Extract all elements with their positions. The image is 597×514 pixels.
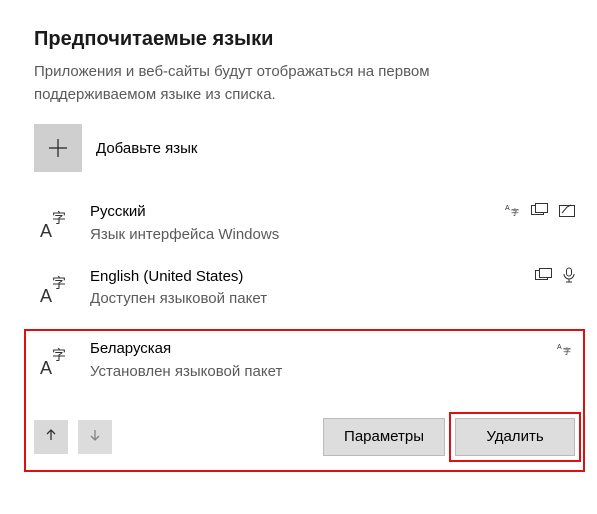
- language-glyph-icon: 字A: [36, 341, 76, 381]
- language-item-belarusian[interactable]: A字 字A Беларуская Установлен языковой пак…: [34, 339, 575, 382]
- display-language-icon: A字: [505, 202, 521, 218]
- svg-text:字: 字: [563, 346, 571, 356]
- svg-text:A: A: [40, 221, 52, 241]
- section-title: Предпочитаемые языки: [34, 28, 581, 51]
- display-language-icon: A字: [557, 341, 573, 357]
- keyboard-icon: [531, 203, 549, 217]
- add-language-button[interactable]: Добавьте язык: [34, 124, 581, 172]
- svg-text:字: 字: [52, 275, 66, 291]
- language-name: Беларуская: [90, 339, 575, 359]
- language-glyph-icon: 字A: [36, 204, 76, 244]
- move-down-button[interactable]: [78, 420, 112, 454]
- language-glyph-icon: 字A: [36, 269, 76, 309]
- plus-icon: [34, 124, 82, 172]
- options-button[interactable]: Параметры: [323, 418, 445, 456]
- svg-text:字: 字: [511, 207, 519, 217]
- language-item-english[interactable]: 字A English (United States) Доступен язык…: [34, 265, 581, 312]
- language-name: English (United States): [90, 267, 579, 287]
- speech-icon: [563, 267, 575, 283]
- language-item-russian[interactable]: A字 字A Русский Язык интерфейса Windows: [34, 200, 581, 247]
- add-language-label: Добавьте язык: [96, 140, 197, 157]
- svg-text:字: 字: [52, 347, 66, 363]
- keyboard-icon: [535, 268, 553, 282]
- section-description: Приложения и веб-сайты будут отображатьс…: [34, 61, 554, 106]
- remove-button[interactable]: Удалить: [455, 418, 575, 456]
- language-item-belarusian-selected: A字 字A Беларуская Установлен языковой пак…: [24, 329, 585, 472]
- arrow-up-icon: [44, 428, 58, 445]
- language-list: A字 字A Русский Язык интерфейса Windows: [34, 200, 581, 472]
- svg-text:A: A: [40, 358, 52, 378]
- svg-text:字: 字: [52, 210, 66, 226]
- language-subtitle: Язык интерфейса Windows: [90, 224, 579, 245]
- arrow-down-icon: [88, 428, 102, 445]
- svg-text:A: A: [557, 344, 562, 351]
- svg-text:A: A: [505, 205, 510, 212]
- handwriting-icon: [559, 203, 575, 217]
- language-subtitle: Доступен языковой пакет: [90, 288, 579, 309]
- move-up-button[interactable]: [34, 420, 68, 454]
- svg-text:A: A: [40, 286, 52, 306]
- language-subtitle: Установлен языковой пакет: [90, 361, 575, 382]
